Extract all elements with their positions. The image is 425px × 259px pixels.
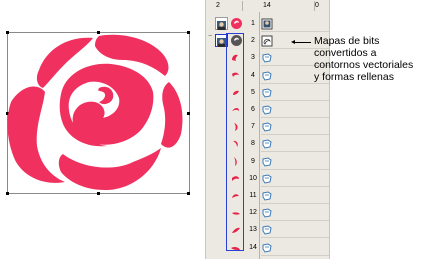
- object-row[interactable]: 1: [206, 15, 331, 32]
- row-number: 2: [251, 37, 255, 45]
- fill-object-icon[interactable]: [261, 189, 273, 201]
- caption-line: Mapas de bits: [314, 35, 380, 47]
- object-row[interactable]: 4: [206, 67, 331, 84]
- annotation-caption: Mapas de bits convertidos a contornos ve…: [314, 35, 424, 83]
- row-gridline: [261, 254, 329, 256]
- header-col-b: 14: [263, 2, 271, 9]
- panel-header: 2 14 0: [206, 0, 331, 12]
- annotation-arrow-line: [293, 42, 311, 43]
- rose-shape: [7, 34, 183, 190]
- caption-line: y formas rellenas: [314, 71, 394, 83]
- fill-object-icon[interactable]: [261, 241, 273, 253]
- object-row[interactable]: 8: [206, 135, 331, 153]
- object-list-panel[interactable]: 2 14 0 − 1 2 3 4 5 6 7 8 9 10 11 12 13 14: [205, 0, 330, 259]
- row-number: 6: [251, 106, 255, 113]
- object-row[interactable]: 6: [206, 101, 331, 118]
- row-number: 1: [251, 20, 255, 27]
- header-separator: [242, 1, 243, 11]
- row-number: 5: [251, 88, 255, 96]
- object-row[interactable]: 12: [206, 204, 331, 222]
- header-col-a: 2: [216, 2, 220, 9]
- row-number: 10: [249, 174, 257, 182]
- bitmap-thumbnail[interactable]: [215, 17, 228, 30]
- rose-thumbnail[interactable]: [230, 17, 243, 30]
- fill-object-icon[interactable]: [261, 103, 273, 115]
- header-col-c: 0: [315, 2, 319, 9]
- fill-object-icon[interactable]: [261, 69, 273, 81]
- row-number: 3: [251, 54, 255, 62]
- object-row[interactable]: 9: [206, 153, 331, 170]
- rose-artwork[interactable]: [3, 30, 190, 195]
- row-number: 13: [249, 226, 257, 234]
- bitmap-icon[interactable]: [261, 17, 273, 30]
- fill-object-icon[interactable]: [261, 155, 273, 167]
- object-row[interactable]: 7: [206, 118, 331, 136]
- row-number: 4: [251, 71, 255, 79]
- fill-object-icon[interactable]: [261, 137, 273, 149]
- selected-objects-frame: [226, 33, 244, 251]
- object-row[interactable]: 5: [206, 84, 331, 101]
- object-row[interactable]: 10: [206, 170, 331, 187]
- object-row[interactable]: 11: [206, 187, 331, 204]
- object-row[interactable]: 3: [206, 49, 331, 67]
- object-row[interactable]: 2: [206, 32, 331, 50]
- row-number: 9: [251, 157, 255, 165]
- vector-shape-icon[interactable]: [261, 34, 273, 47]
- caption-line: convertidos a: [314, 47, 377, 59]
- fill-object-icon[interactable]: [261, 223, 273, 235]
- row-number: 11: [249, 192, 257, 199]
- row-number: 14: [249, 243, 257, 251]
- fill-object-icon[interactable]: [261, 172, 273, 184]
- row-number: 7: [251, 123, 255, 131]
- fill-object-icon[interactable]: [261, 51, 273, 63]
- row-number: 8: [251, 140, 255, 148]
- fill-object-icon[interactable]: [261, 206, 273, 218]
- fill-object-icon[interactable]: [261, 86, 273, 98]
- row-number: 12: [249, 209, 257, 217]
- object-row[interactable]: 13: [206, 221, 331, 239]
- fill-object-icon[interactable]: [261, 120, 273, 132]
- object-row[interactable]: 14: [206, 239, 331, 256]
- caption-line: contornos vectoriales: [314, 59, 414, 71]
